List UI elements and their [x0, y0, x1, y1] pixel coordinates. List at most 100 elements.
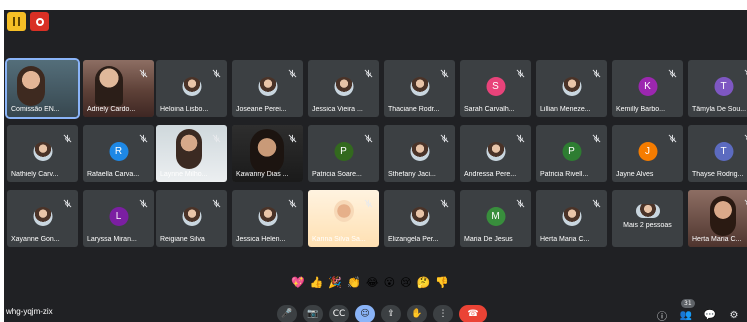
meeting-code: whg-yqjm-zix — [6, 307, 53, 316]
participant-tile[interactable]: J Jayne Alves — [612, 125, 683, 182]
end-call-button[interactable]: ☎ — [459, 305, 487, 322]
activities-icon[interactable]: ⚙ — [727, 308, 741, 322]
participant-tile[interactable]: Adriely Cardo... — [83, 60, 154, 117]
camera-button[interactable]: 📷 — [303, 305, 323, 322]
participant-name: Comissão EN... — [11, 106, 60, 113]
meet-stage: Comissão EN... Adriely Cardo... Heloina Li… — [4, 10, 747, 322]
participant-name: Thaciane Rodr... — [388, 106, 440, 113]
mic-off-icon — [63, 130, 72, 143]
participant-tile[interactable]: Laynne Milho... — [156, 125, 227, 182]
captions-button[interactable]: CC — [329, 305, 349, 322]
mic-button[interactable]: 🎤 — [277, 305, 297, 322]
mic-off-icon — [668, 65, 677, 78]
participant-tile[interactable]: K Kemilly Barbo... — [612, 60, 683, 117]
mic-off-icon — [440, 195, 449, 208]
participant-tile[interactable]: P Patricia Rivell... — [536, 125, 607, 182]
participant-name: Kawanny Dias ... — [236, 171, 289, 178]
avatar-photo — [562, 207, 581, 226]
host-controls-icon[interactable] — [7, 12, 26, 31]
avatar-photo — [410, 142, 429, 161]
people-icon[interactable]: 👥 31 — [679, 299, 695, 322]
participant-tile[interactable]: T Tâmyla De Sou... — [688, 60, 747, 117]
participant-tile[interactable]: Thaciane Rodr... — [384, 60, 455, 117]
participant-name: Karina Silva Sa... — [312, 236, 366, 243]
participant-tile[interactable]: Reigiane Silva — [156, 190, 227, 247]
participant-tile[interactable]: Jessica Helen... — [232, 190, 303, 247]
participant-name: Herta Maria C... — [692, 236, 742, 243]
participant-name: Jessica Vieira ... — [312, 106, 363, 113]
participant-tile[interactable]: Sthefany Jaci... — [384, 125, 455, 182]
participant-tile[interactable]: Xayanne Gon... — [7, 190, 78, 247]
participant-tile[interactable]: L Laryssa Miran... — [83, 190, 154, 247]
participant-tile[interactable]: Elizangela Per... — [384, 190, 455, 247]
raise-hand-button[interactable]: ✋ — [407, 305, 427, 322]
recording-icon[interactable] — [30, 12, 49, 31]
reaction-emoji[interactable]: 😮 — [384, 274, 395, 292]
participant-name: Kemilly Barbo... — [616, 106, 666, 113]
participant-name: Rafaella Carva... — [87, 171, 140, 178]
avatar-photo — [258, 77, 277, 96]
participant-tile[interactable]: T Thayse Rodrig... — [688, 125, 747, 182]
participant-tile[interactable]: M Maria De Jesus — [460, 190, 531, 247]
more-options-button[interactable]: ⋮ — [433, 305, 453, 322]
participant-tile[interactable]: Andressa Pere... — [460, 125, 531, 182]
reaction-emoji[interactable]: 👎 — [435, 274, 449, 292]
avatar-photo — [182, 77, 201, 96]
participant-name: Sarah Carvalh... — [464, 106, 515, 113]
participant-tile[interactable]: Heloina Lisbo... — [156, 60, 227, 117]
reaction-emoji[interactable]: 🤔 — [417, 274, 431, 292]
participant-tile[interactable]: Mais 2 pessoas — [612, 190, 683, 247]
reaction-emoji[interactable]: 💖 — [291, 274, 305, 292]
emoji-button[interactable]: ☺ — [355, 305, 375, 322]
avatar-photo — [486, 142, 505, 161]
avatar-letter: P — [562, 142, 581, 161]
participant-silhouette — [95, 66, 123, 106]
avatar-photo — [258, 207, 277, 226]
mic-off-icon — [212, 65, 221, 78]
avatar-photo — [562, 77, 581, 96]
mic-off-icon — [592, 195, 601, 208]
reaction-emoji[interactable]: 👍 — [310, 274, 324, 292]
avatar-letter: P — [334, 142, 353, 161]
participant-tile[interactable]: Herta Maria C... — [688, 190, 747, 247]
avatar-letter: L — [109, 207, 128, 226]
participant-tile[interactable]: Nathiely Carv... — [7, 125, 78, 182]
avatar-letter: T — [714, 142, 733, 161]
participant-name: Jessica Helen... — [236, 236, 286, 243]
reaction-emoji[interactable]: 👏 — [347, 274, 361, 292]
participant-tile[interactable]: Kawanny Dias ... — [232, 125, 303, 182]
chat-icon[interactable]: 💬 — [703, 308, 717, 322]
avatar-photo — [33, 207, 52, 226]
participant-tile[interactable]: S Sarah Carvalh... — [460, 60, 531, 117]
participant-tile[interactable]: Jessica Vieira ... — [308, 60, 379, 117]
participant-tile[interactable]: Comissão EN... — [5, 58, 80, 119]
reaction-emoji[interactable]: 🎉 — [328, 274, 342, 292]
present-button[interactable]: ⇪ — [381, 305, 401, 322]
mic-off-icon — [668, 130, 677, 143]
reaction-emoji[interactable]: 😂 — [366, 274, 379, 292]
participant-count-badge: 31 — [681, 299, 695, 308]
participant-name: Mais 2 pessoas — [623, 222, 672, 229]
mic-off-icon — [364, 130, 373, 143]
participant-grid: Comissão EN... Adriely Cardo... Heloina Li… — [4, 58, 747, 250]
participant-tile[interactable]: R Rafaella Carva... — [83, 125, 154, 182]
participant-tile[interactable]: Karina Silva Sa... — [308, 190, 379, 247]
mic-off-icon — [440, 130, 449, 143]
avatar-letter: S — [486, 77, 505, 96]
mic-off-icon — [139, 195, 148, 208]
mic-off-icon — [364, 65, 373, 78]
avatar-letter: T — [714, 77, 733, 96]
reaction-emoji[interactable]: 😢 — [400, 274, 411, 292]
mic-off-icon — [139, 130, 148, 143]
participant-name: Heloina Lisbo... — [160, 106, 209, 113]
participant-tile[interactable]: Herta Maria C... — [536, 190, 607, 247]
mic-off-icon — [516, 65, 525, 78]
avatar-photo — [334, 77, 353, 96]
participant-name: Maria De Jesus — [464, 236, 513, 243]
info-icon[interactable]: ⓘ — [655, 308, 669, 322]
avatar-photo — [33, 142, 52, 161]
participant-tile[interactable]: Joseane Perei... — [232, 60, 303, 117]
participant-tile[interactable]: P Patricia Soare... — [308, 125, 379, 182]
participant-tile[interactable]: Lillian Meneze... — [536, 60, 607, 117]
call-controls: 🎤 📷 CC ☺ ⇪ ✋ ⋮ ☎ — [277, 305, 487, 322]
